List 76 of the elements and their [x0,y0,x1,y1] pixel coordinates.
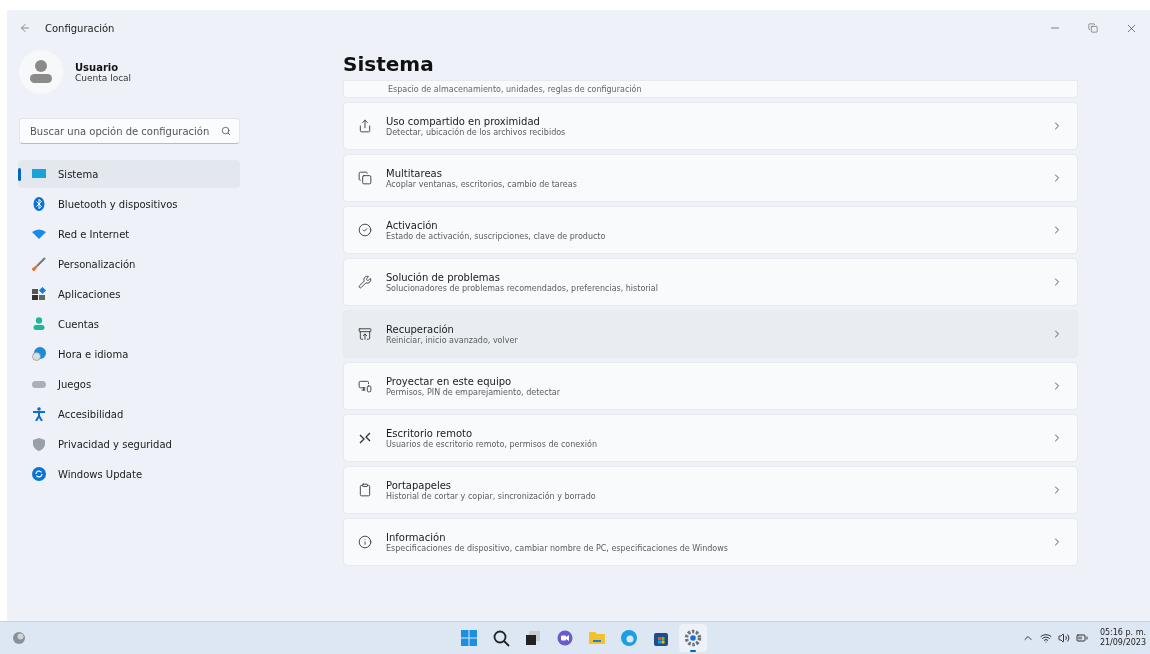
sidebar-item[interactable]: Juegos [18,370,240,398]
person-icon [32,317,46,331]
globe-clock-icon [32,347,46,361]
clock[interactable]: 05:16 p. m. 21/09/2023 [1099,628,1146,648]
card-title: Multitareas [386,167,443,179]
card-subtitle: Usuarios de escritorio remoto, permisos de conexión [386,439,599,449]
card-subtitle: Detectar, ubicación de los archivos recibidos [386,127,567,137]
search-icon[interactable] [492,629,510,647]
card-title: Activación [386,219,439,231]
chat-icon[interactable] [556,629,574,647]
selection-indicator [18,168,21,181]
settings-card[interactable]: Multitareas Acoplar ventanas, escritorios, cambio de tareas [343,154,1078,202]
task-view-icon[interactable] [524,629,542,647]
search-field[interactable]: Buscar una opción de configuración [19,118,240,144]
accessibility-icon [32,407,46,421]
sidebar-item[interactable]: Aplicaciones [18,280,240,308]
apps-icon [32,287,46,301]
card-subtitle: Solucionadores de problemas recomendados, preferencias, historial [386,283,659,293]
wifi-icon[interactable] [1039,632,1052,644]
sidebar-item[interactable]: Personalización [18,250,240,278]
share-icon [358,119,372,133]
card-subtitle: Acoplar ventanas, escritorios, cambio de tareas [386,179,578,189]
settings-card[interactable]: Proyectar en este equipo Permisos, PIN de emparejamiento, detectar [343,362,1078,410]
monitor-icon [32,167,46,181]
card-title: Uso compartido en proximidad [386,115,541,127]
card-subtitle: Reiniciar, inicio avanzado, volver [386,335,519,345]
person-silhouette-icon [29,59,53,85]
start-icon[interactable] [460,629,478,647]
restore-icon [1088,23,1098,33]
wrench-icon [358,275,372,289]
card-subtitle: Historial de cortar y copiar, sincronización y borrado [386,491,597,501]
card-title: Portapapeles [386,479,453,491]
volume-icon[interactable] [1057,632,1070,644]
screens-icon [358,379,372,393]
settings-card[interactable]: Información Especificaciones de dispositivo, cambiar nombre de PC, especificaciones de Windows [343,518,1078,566]
sidebar-item[interactable]: Accesibilidad [18,400,240,428]
arrows-icon [358,431,372,445]
sidebar-item[interactable]: Hora e idioma [18,340,240,368]
sidebar-item[interactable]: Red e Internet [18,220,240,248]
check-circle-icon [358,223,372,237]
card-title: Proyectar en este equipo [386,375,513,387]
sidebar-item[interactable]: Windows Update [18,460,240,488]
sidebar-item[interactable]: Privacidad y seguridad [18,430,240,458]
card-subtitle: Especificaciones de dispositivo, cambiar nombre de PC, especificaciones de Windows [386,543,729,553]
settings-card[interactable]: Activación Estado de activación, suscripciones, clave de producto [343,206,1078,254]
clipboard-icon [358,483,372,497]
wifi-icon [32,227,46,241]
brush-icon [32,257,46,271]
settings-card[interactable]: Portapapeles Historial de cortar y copiar, sincronización y borrado [343,466,1078,514]
gear-icon[interactable] [684,629,702,647]
sync-icon [32,467,46,481]
settings-card[interactable]: Escritorio remoto Usuarios de escritorio remoto, permisos de conexión [343,414,1078,462]
settings-card[interactable]: Solución de problemas Solucionadores de problemas recomendados, preferencias, historial [343,258,1078,306]
settings-card[interactable]: Uso compartido en proximidad Detectar, ubicación de los archivos recibidos [343,102,1078,150]
window-title: Configuración [45,22,115,34]
bluetooth-icon [32,197,46,211]
folder-icon[interactable] [588,629,606,647]
user-name: Usuario [75,61,120,73]
settings-card[interactable]: Espacio de almacenamiento, unidades, reglas de configuración [343,80,1078,98]
sidebar-item[interactable]: Sistema [18,160,240,188]
card-title: Escritorio remoto [386,427,474,439]
sidebar-item[interactable]: Bluetooth y dispositivos [18,190,240,218]
shield-icon [32,437,46,451]
info-icon [358,535,372,549]
settings-card[interactable]: Recuperación Reiniciar, inicio avanzado, volver [343,310,1078,358]
account-type: Cuenta local [75,72,132,83]
card-title: Recuperación [386,323,455,335]
page-title: Sistema [343,52,435,76]
battery-icon[interactable] [1075,632,1088,644]
card-title: Información [386,531,447,543]
running-indicator [690,650,696,652]
card-title: Solución de problemas [386,271,501,283]
search-icon [221,126,231,136]
card-subtitle: Estado de activación, suscripciones, clave de producto [386,231,607,241]
card-subtitle: Permisos, PIN de emparejamiento, detectar [386,387,561,397]
sidebar-item[interactable]: Cuentas [18,310,240,338]
